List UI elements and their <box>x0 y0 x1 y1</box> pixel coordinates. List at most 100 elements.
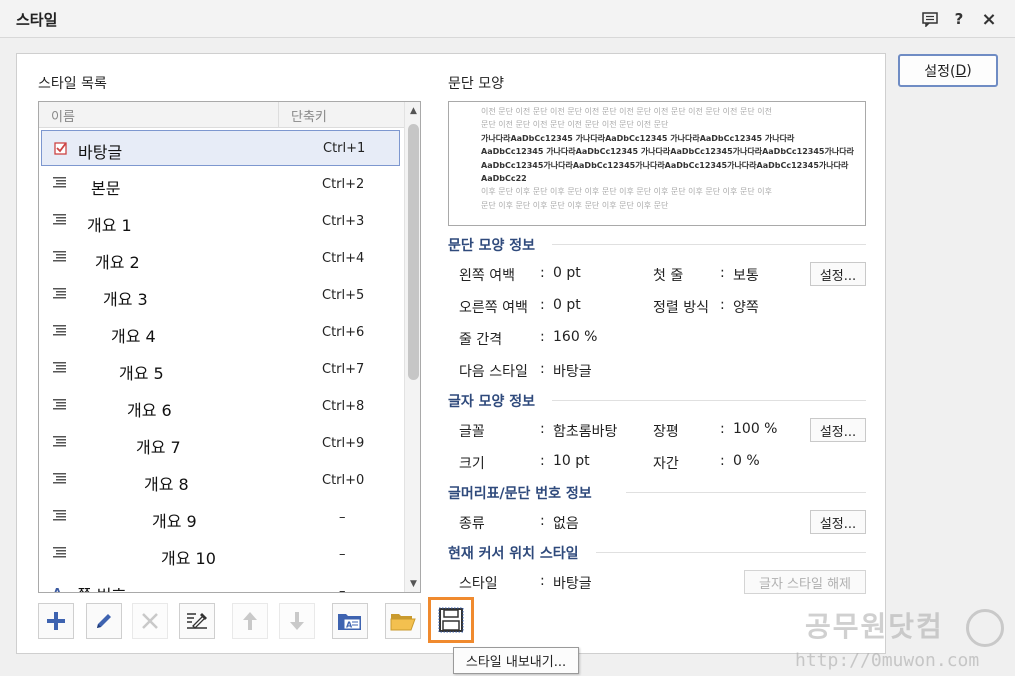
watermark-logo-icon <box>966 609 1004 647</box>
cursor-style-value: 바탕글 <box>553 576 592 592</box>
add-style-button[interactable] <box>38 603 74 639</box>
style-item-개요-7[interactable]: 개요 7 Ctrl+9 <box>41 426 400 462</box>
import-style-button[interactable]: A <box>332 603 368 639</box>
style-item-바탕글[interactable]: 바탕글 Ctrl+1 <box>41 130 400 166</box>
style-item-name: 개요 5 <box>119 364 164 383</box>
bullet-info-title: 글머리표/문단 번호 정보 <box>448 486 592 502</box>
right-margin-value: 0 pt <box>553 297 581 313</box>
style-item-name: 쪽 번호 <box>77 582 126 592</box>
size-label: 크기 <box>459 456 485 472</box>
comment-icon[interactable] <box>919 8 941 30</box>
section-divider <box>552 400 866 401</box>
style-item-name: 개요 1 <box>87 216 132 235</box>
preview-next-line: 이후 문단 이후 문단 이후 문단 이후 문단 이후 문단 이후 문단 이후 문… <box>481 187 772 197</box>
release-char-style-button[interactable]: 글자 스타일 해제 <box>744 570 866 594</box>
style-item-name: 개요 2 <box>95 253 140 272</box>
character-style-icon: A <box>53 584 67 593</box>
paragraph-style-icon <box>53 362 67 376</box>
style-list-title: 스타일 목록 <box>38 76 107 92</box>
font-label: 글꼴 <box>459 424 485 440</box>
paragraph-style-icon <box>53 547 67 561</box>
colon: : <box>720 453 725 469</box>
style-item-개요-8[interactable]: 개요 8 Ctrl+0 <box>41 463 400 499</box>
colon: : <box>540 265 545 281</box>
column-name-header[interactable]: 이름 <box>51 106 75 125</box>
export-tooltip: 스타일 내보내기... <box>453 647 579 674</box>
spacing-label: 자간 <box>653 456 679 472</box>
delete-x-icon <box>142 613 158 629</box>
style-item-본문[interactable]: 본문 Ctrl+2 <box>41 167 400 203</box>
style-item-개요-6[interactable]: 개요 6 Ctrl+8 <box>41 389 400 425</box>
settings-button-suffix: ) <box>966 62 972 79</box>
style-item-name: 개요 10 <box>161 549 216 568</box>
style-eyedropper-button[interactable] <box>179 603 215 639</box>
next-style-label: 다음 스타일 <box>459 364 528 380</box>
move-down-button[interactable] <box>279 603 315 639</box>
paragraph-style-icon <box>53 325 67 339</box>
first-line-label: 첫 줄 <box>653 268 684 284</box>
paragraph-style-icon <box>53 288 67 302</box>
paragraph-style-icon <box>53 214 67 228</box>
settings-button-mnemonic: D <box>955 62 967 79</box>
delete-style-button[interactable] <box>132 603 168 639</box>
move-up-button[interactable] <box>232 603 268 639</box>
preview-previous-line: 이전 문단 이전 문단 이전 문단 이전 문단 이전 문단 이전 문단 이전 문… <box>481 107 772 116</box>
colon: : <box>720 297 725 313</box>
section-divider <box>552 244 866 245</box>
style-item-개요-3[interactable]: 개요 3 Ctrl+5 <box>41 278 400 314</box>
column-shortcut-header[interactable]: 단축키 <box>291 106 327 125</box>
size-value: 10 pt <box>553 453 590 469</box>
spacing-value: 0 % <box>733 453 760 469</box>
left-margin-label: 왼쪽 여백 <box>459 268 515 284</box>
style-item-shortcut: – <box>339 547 346 562</box>
style-item-name: 개요 4 <box>111 327 156 346</box>
paragraph-settings-button[interactable]: 설정... <box>810 262 866 286</box>
paragraph-style-icon <box>53 510 67 524</box>
export-style-button[interactable] <box>428 597 474 643</box>
settings-button[interactable]: 설정(D) <box>898 54 998 87</box>
style-item-개요-9[interactable]: 개요 9 – <box>41 500 400 536</box>
colon: : <box>540 573 545 589</box>
line-spacing-label: 줄 간격 <box>459 332 503 348</box>
style-item-개요-1[interactable]: 개요 1 Ctrl+3 <box>41 204 400 240</box>
style-item-개요-2[interactable]: 개요 2 Ctrl+4 <box>41 241 400 277</box>
scroll-up-arrow-icon[interactable]: ▲ <box>405 102 420 119</box>
style-item-개요-4[interactable]: 개요 4 Ctrl+6 <box>41 315 400 351</box>
svg-text:A: A <box>53 586 62 593</box>
bullet-settings-button[interactable]: 설정... <box>810 510 866 534</box>
paragraph-style-icon <box>53 399 67 413</box>
style-item-shortcut: Ctrl+9 <box>322 436 365 451</box>
style-item-name: 개요 8 <box>144 475 189 494</box>
style-item-개요-10[interactable]: 개요 10 – <box>41 537 400 573</box>
style-list[interactable]: 이름 단축키 바탕글 Ctrl+1 본문 Ctrl+2 개요 1 Ctrl+3 … <box>38 101 421 593</box>
style-item-shortcut: Ctrl+8 <box>322 399 365 414</box>
list-scrollbar[interactable]: ▲ ▼ <box>404 102 420 592</box>
align-label: 정렬 방식 <box>653 300 709 316</box>
preview-main-line: AaDbCc12345가나다라AaDbCc12345가나다라AaDbCc1234… <box>481 160 849 170</box>
preview-main-line: AaDbCc12345 가나다라AaDbCc12345 가나다라AaDbCc12… <box>481 147 854 157</box>
preview-next-line: 문단 이후 문단 이후 문단 이후 문단 이후 문단 이후 문단 <box>481 200 669 210</box>
save-disk-icon <box>438 607 464 633</box>
colon: : <box>540 297 545 313</box>
scroll-thumb[interactable] <box>408 124 419 380</box>
scroll-down-arrow-icon[interactable]: ▼ <box>405 575 420 592</box>
style-item-shortcut: – <box>339 584 346 593</box>
column-divider[interactable] <box>278 102 279 128</box>
preview-main-line: 가나다라AaDbCc12345 가나다라AaDbCc12345 가나다라AaDb… <box>481 133 795 143</box>
arrow-down-icon <box>290 612 304 630</box>
edit-style-button[interactable] <box>86 603 122 639</box>
close-icon[interactable]: × <box>978 8 1000 30</box>
line-spacing-value: 160 % <box>553 329 598 345</box>
style-item-개요-5[interactable]: 개요 5 Ctrl+7 <box>41 352 400 388</box>
help-icon[interactable]: ? <box>948 8 970 30</box>
first-line-value: 보통 <box>733 268 759 284</box>
style-item-name: 본문 <box>91 179 121 198</box>
style-item-name: 개요 3 <box>103 290 148 309</box>
title-bar: 스타일 ? × <box>0 0 1015 38</box>
open-folder-button[interactable] <box>385 603 421 639</box>
char-settings-button[interactable]: 설정... <box>810 418 866 442</box>
style-item-쪽-번호[interactable]: A 쪽 번호 – <box>41 574 400 593</box>
style-item-shortcut: Ctrl+0 <box>322 473 365 488</box>
style-item-shortcut: Ctrl+3 <box>322 214 365 229</box>
section-divider <box>596 552 866 553</box>
